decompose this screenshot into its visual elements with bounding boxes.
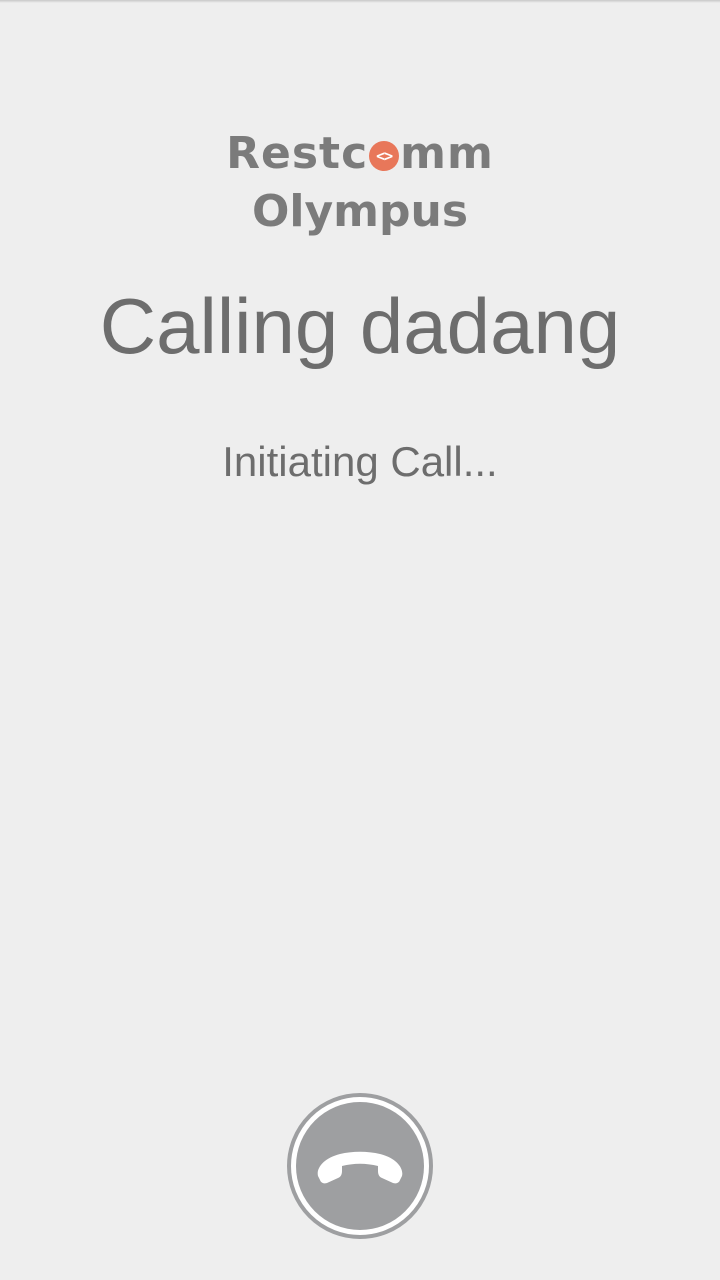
logo-text-prefix: Restc [226, 128, 369, 179]
calling-title: Calling dadang [99, 282, 621, 370]
call-status: Initiating Call... [222, 438, 498, 485]
hangup-button[interactable] [287, 1093, 433, 1239]
status-bar-shadow [0, 0, 720, 3]
logo-mark-icon: <> [369, 141, 400, 171]
logo-line-1: Restc <> mm [0, 126, 720, 182]
phone-hangup-icon [317, 1151, 403, 1184]
logo-text-suffix: mm [400, 128, 494, 179]
hangup-button-face[interactable] [296, 1102, 424, 1230]
restcomm-olympus-logo: Restc <> mm Olympus [0, 126, 720, 240]
logo-line-2: Olympus [251, 186, 469, 237]
